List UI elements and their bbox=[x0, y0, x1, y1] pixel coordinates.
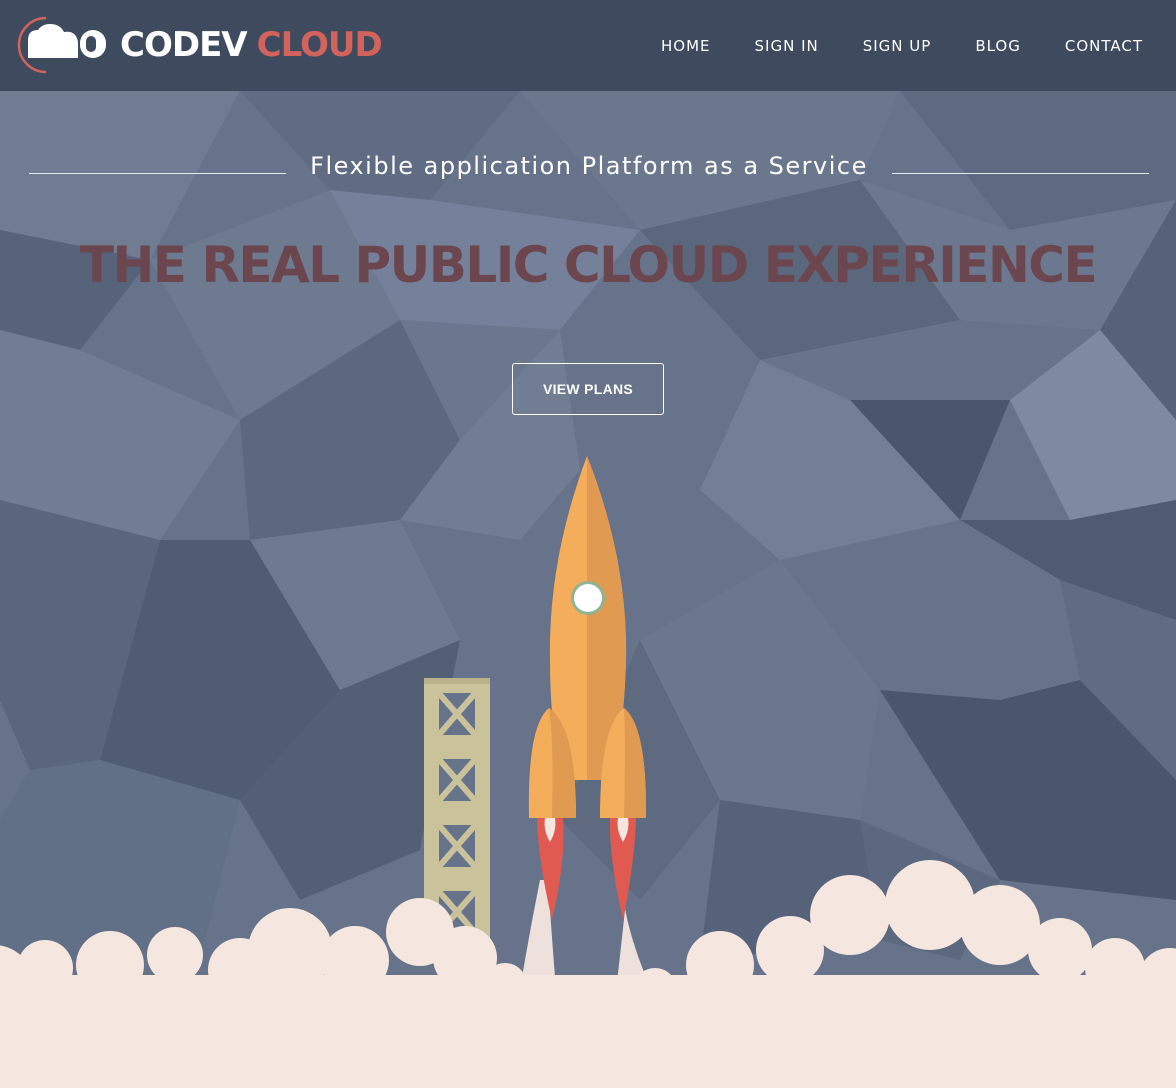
rocket-icon bbox=[528, 456, 647, 920]
launch-illustration bbox=[0, 456, 1176, 1088]
